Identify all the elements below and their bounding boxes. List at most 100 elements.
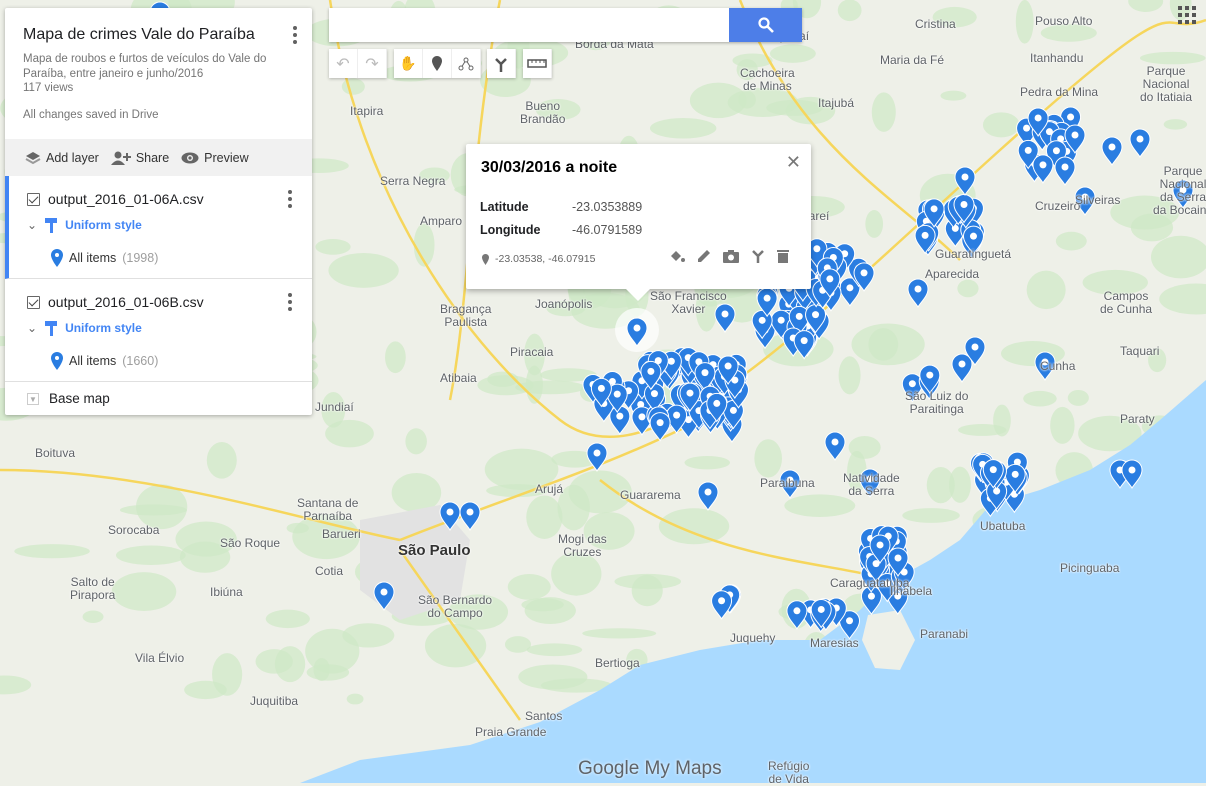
forest-area	[115, 545, 186, 566]
forest-area	[871, 92, 896, 132]
city-label: Guararema	[620, 488, 681, 502]
measure-button[interactable]	[523, 49, 552, 78]
preview-button[interactable]: Preview	[181, 151, 249, 165]
map-description[interactable]: Mapa de roubos e furtos de veículos do V…	[23, 52, 294, 82]
forest-area	[507, 573, 551, 600]
forest-area	[315, 238, 351, 255]
marker-dot	[647, 367, 655, 375]
base-map-toggle[interactable]: ▼ Base map	[5, 382, 312, 415]
crime-marker[interactable]	[1054, 156, 1076, 186]
crime-marker[interactable]	[586, 442, 608, 472]
uniform-style-link[interactable]: Uniform style	[65, 218, 142, 232]
crime-marker[interactable]	[1101, 136, 1123, 166]
chevron-down-icon[interactable]: ⌄	[27, 218, 37, 232]
city-label: Itapira	[350, 104, 384, 118]
popup-title: 30/03/2016 a noite	[481, 159, 618, 176]
search-input[interactable]	[329, 8, 729, 42]
add-directions-button[interactable]	[487, 49, 516, 78]
feature-info-popup: 30/03/2016 a noite ✕ Latitude -23.0353889…	[466, 144, 811, 301]
city-label: Cunha	[1040, 359, 1076, 373]
forest-area	[1163, 119, 1188, 130]
marker-dot	[813, 245, 821, 253]
layer-checkbox[interactable]	[27, 192, 40, 206]
city-label: Juquitiba	[250, 694, 299, 708]
marker-dot	[597, 384, 605, 392]
marker-dot	[867, 592, 875, 600]
city-label: Maresias	[810, 636, 859, 650]
city-label: Boituva	[35, 446, 76, 460]
layer-checkbox[interactable]	[27, 295, 40, 309]
crime-marker[interactable]	[609, 405, 631, 436]
marker-dot	[831, 438, 839, 446]
select-button[interactable]: ✋	[394, 49, 423, 78]
city-label: Ibiúna	[210, 585, 243, 599]
directions-icon[interactable]	[751, 249, 765, 268]
layer-options-button[interactable]	[288, 293, 292, 311]
delete-trash-icon[interactable]	[777, 249, 789, 268]
marker-dot	[593, 449, 601, 457]
crime-marker[interactable]	[459, 501, 481, 531]
camera-icon[interactable]	[723, 249, 739, 268]
apps-grid-button[interactable]	[1178, 6, 1196, 29]
crime-marker[interactable]	[951, 353, 973, 383]
style-paint-bucket-icon[interactable]	[669, 249, 685, 268]
map-title[interactable]: Mapa de crimes Vale do Paraíba	[23, 26, 294, 44]
layer-options-button[interactable]	[288, 190, 292, 208]
forest-area	[993, 404, 1011, 437]
city-label: São Luiz do Paraitinga	[905, 389, 969, 416]
layer-name[interactable]: output_2016_01-06A.csv	[48, 191, 204, 207]
hand-icon: ✋	[399, 55, 417, 71]
crime-marker[interactable]	[711, 590, 733, 620]
share-button[interactable]: Share	[110, 151, 169, 165]
marker-dot	[961, 173, 969, 181]
draw-line-button[interactable]	[452, 49, 481, 78]
crime-marker[interactable]	[697, 481, 719, 511]
layer-a[interactable]: output_2016_01-06A.csv ⌄ Uniform style Al…	[5, 176, 312, 279]
paint-roller-icon	[45, 320, 58, 336]
marker-dot	[1011, 470, 1019, 478]
forest-area	[306, 664, 350, 681]
marker-dot	[656, 419, 664, 427]
marker-dot	[958, 360, 966, 368]
marker-dot	[1061, 163, 1069, 171]
marker-dot	[613, 390, 621, 398]
city-label: Paraibuna	[760, 476, 815, 490]
city-label: Itajubá	[818, 96, 855, 110]
add-marker-button[interactable]	[423, 49, 452, 78]
forest-area	[1128, 0, 1164, 12]
forest-area	[1159, 283, 1206, 315]
forest-area	[631, 574, 663, 607]
line-icon	[458, 57, 474, 70]
layer-name[interactable]: output_2016_01-06B.csv	[48, 294, 204, 310]
marker-dot	[989, 466, 997, 474]
close-icon[interactable]: ✕	[786, 152, 801, 173]
map-options-button[interactable]	[292, 26, 298, 44]
forest-area	[957, 279, 979, 298]
marker-dot	[1034, 114, 1042, 122]
marker-dot	[926, 371, 934, 379]
uniform-style-link[interactable]: Uniform style	[65, 321, 142, 335]
crime-marker[interactable]	[824, 431, 846, 461]
redo-button[interactable]: ↷	[358, 49, 387, 78]
marker-dot	[713, 399, 721, 407]
forest-area	[1023, 390, 1057, 407]
layer-b[interactable]: output_2016_01-06B.csv ⌄ Uniform style Al…	[5, 279, 312, 382]
chevron-down-icon[interactable]: ⌄	[27, 321, 37, 335]
view-count: 117 views	[23, 82, 74, 94]
edit-pencil-icon[interactable]	[697, 249, 711, 268]
marker-dot	[686, 389, 694, 397]
city-label: Amparo	[420, 214, 463, 228]
popup-coordinates: -23.03538, -46.07915	[495, 253, 596, 265]
city-label: Sorocaba	[108, 523, 160, 537]
person-add-icon	[110, 151, 131, 165]
undo-button[interactable]: ↶	[329, 49, 358, 78]
crime-marker[interactable]	[1129, 128, 1151, 158]
crime-marker[interactable]	[907, 278, 929, 308]
more-vert-icon	[292, 26, 298, 44]
marker-dot	[876, 541, 884, 549]
forest-area	[1055, 231, 1087, 251]
add-layer-button[interactable]: Add layer	[25, 151, 99, 165]
forest-area	[206, 441, 237, 479]
search-button[interactable]	[729, 8, 802, 42]
marker-dot	[812, 311, 820, 319]
